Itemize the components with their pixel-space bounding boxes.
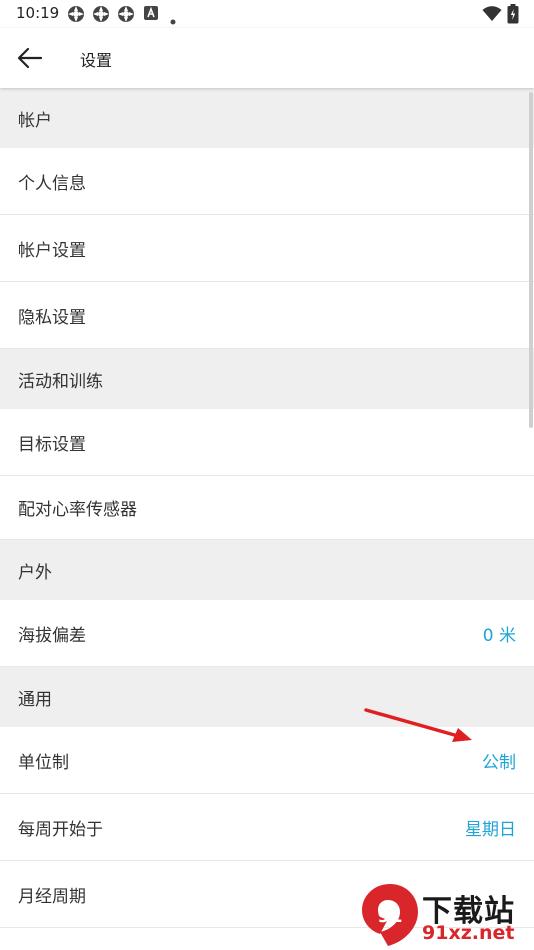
page-title: 设置 [80, 51, 113, 70]
section-header-activity: 活动和训练 [0, 349, 534, 409]
watermark-subtitle: 91xz.net [422, 922, 515, 944]
a-icon [143, 5, 159, 25]
watermark-badge-icon: 91 [362, 884, 418, 946]
settings-item-label: 目标设置 [18, 434, 86, 455]
settings-item-week-start[interactable]: 每周开始于 星期日 [0, 794, 534, 861]
settings-item-value: 星期日 [465, 819, 516, 840]
settings-item-value: 公制 [482, 752, 516, 773]
watermark-logo: 91 下载站 91xz.net [360, 880, 534, 950]
app-bar: 设置 [0, 28, 534, 88]
app-icon [67, 5, 85, 27]
arrow-left-icon [17, 47, 43, 69]
settings-item-label: 海拔偏差 [18, 625, 86, 646]
battery-icon [507, 4, 519, 28]
dot-icon [170, 10, 176, 29]
settings-item-label: 个人信息 [18, 173, 86, 194]
settings-item-account-settings[interactable]: 帐户设置 [0, 215, 534, 282]
section-header-outdoor: 户外 [0, 540, 534, 600]
settings-item-label: 帐户设置 [18, 240, 86, 261]
scrollbar-thumb[interactable] [529, 92, 533, 428]
settings-list: 帐户 个人信息 帐户设置 隐私设置 活动和训练 目标设置 配对心率传感器 户外 … [0, 88, 534, 928]
settings-item-goal-settings[interactable]: 目标设置 [0, 409, 534, 476]
settings-item-value: 0 米 [482, 625, 516, 646]
section-header-account: 帐户 [0, 88, 534, 148]
settings-item-label: 隐私设置 [18, 307, 86, 328]
settings-item-label: 单位制 [18, 752, 69, 773]
status-bar: 10:19 [0, 0, 534, 28]
wifi-icon [482, 6, 502, 26]
settings-item-personal-info[interactable]: 个人信息 [0, 148, 534, 215]
app-icon [117, 5, 135, 27]
settings-item-pair-hr-sensor[interactable]: 配对心率传感器 [0, 476, 534, 540]
svg-text:91: 91 [377, 906, 402, 927]
settings-item-label: 配对心率传感器 [18, 500, 137, 520]
settings-item-label: 月经周期 [18, 886, 86, 907]
settings-item-altitude-offset[interactable]: 海拔偏差 0 米 [0, 600, 534, 667]
back-button[interactable] [14, 42, 46, 74]
app-icon [92, 5, 110, 27]
annotation-arrow-icon [364, 708, 472, 742]
settings-item-label: 每周开始于 [18, 819, 103, 840]
settings-item-privacy-settings[interactable]: 隐私设置 [0, 282, 534, 349]
status-time: 10:19 [16, 4, 60, 22]
